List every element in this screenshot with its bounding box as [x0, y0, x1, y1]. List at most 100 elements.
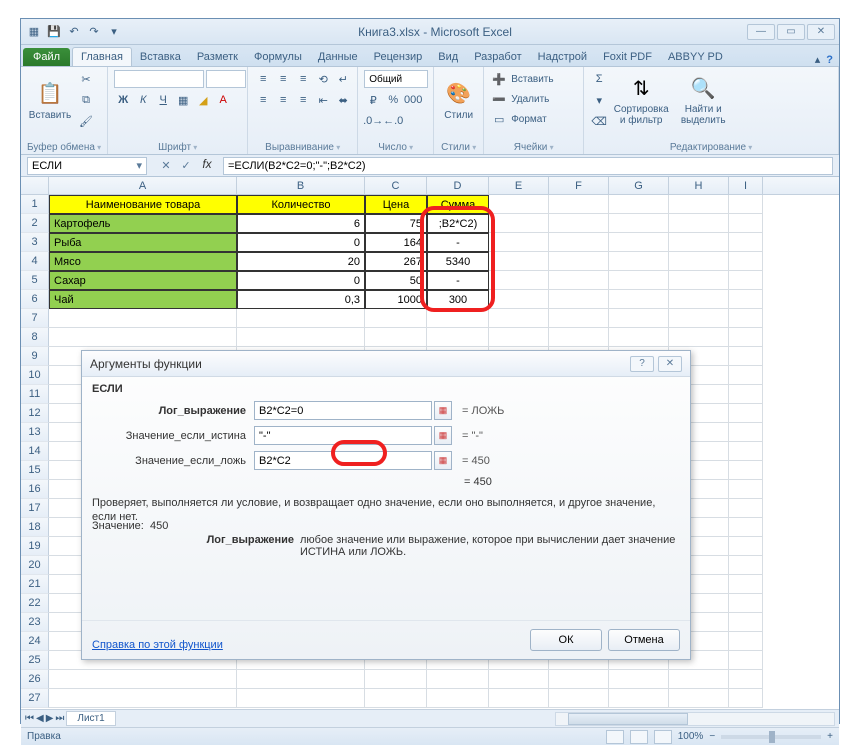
cell[interactable]	[549, 328, 609, 347]
cell[interactable]: 164	[365, 233, 427, 252]
name-box-dropdown-icon[interactable]: ▾	[136, 159, 142, 172]
dec-decimal-icon[interactable]: ←.0	[384, 112, 402, 130]
cell[interactable]: 20	[237, 252, 365, 271]
cell[interactable]	[729, 271, 763, 290]
cell[interactable]	[669, 195, 729, 214]
tab-foxit[interactable]: Foxit PDF	[595, 48, 660, 66]
cell[interactable]	[549, 670, 609, 689]
cell[interactable]	[237, 670, 365, 689]
clear-icon[interactable]: ⌫	[590, 112, 608, 130]
cell[interactable]	[49, 670, 237, 689]
comma-icon[interactable]: 000	[404, 91, 422, 109]
currency-icon[interactable]: ₽	[364, 91, 382, 109]
font-color-icon[interactable]: A	[214, 91, 232, 109]
italic-icon[interactable]: К	[134, 91, 152, 109]
number-format-combo[interactable]: Общий	[364, 70, 428, 88]
cell[interactable]	[365, 328, 427, 347]
cell[interactable]: 50	[365, 271, 427, 290]
fill-color-icon[interactable]: ◢	[194, 91, 212, 109]
border-icon[interactable]: ▦	[174, 91, 192, 109]
cell[interactable]	[489, 670, 549, 689]
ribbon-minimize-icon[interactable]: ▴	[815, 53, 821, 66]
close-button[interactable]: ✕	[807, 24, 835, 40]
arg-input-iffalse[interactable]	[254, 451, 432, 470]
cell[interactable]: 0,3	[237, 290, 365, 309]
row-header[interactable]: 20	[21, 556, 49, 575]
cell[interactable]	[549, 214, 609, 233]
cell[interactable]	[489, 328, 549, 347]
sort-filter-button[interactable]: ⇅ Сортировка и фильтр	[612, 70, 670, 130]
cell[interactable]	[609, 290, 669, 309]
cell[interactable]	[609, 689, 669, 708]
tab-review[interactable]: Рецензир	[366, 48, 431, 66]
tab-layout[interactable]: Разметк	[189, 48, 246, 66]
cell[interactable]	[669, 689, 729, 708]
cell[interactable]: Чай	[49, 290, 237, 309]
font-size-combo[interactable]	[206, 70, 246, 88]
cell[interactable]	[669, 271, 729, 290]
cell[interactable]: Рыба	[49, 233, 237, 252]
cell[interactable]	[669, 214, 729, 233]
row-header[interactable]: 18	[21, 518, 49, 537]
sheet-tab[interactable]: Лист1	[66, 711, 115, 726]
row-header[interactable]: 23	[21, 613, 49, 632]
formula-input[interactable]: =ЕСЛИ(B2*C2=0;"-";B2*C2)	[223, 157, 833, 175]
format-cell-icon[interactable]: ▭	[490, 110, 508, 128]
spreadsheet-grid[interactable]: A B C D E F G H I 1Наименование товараКо…	[21, 177, 839, 709]
zoom-out-icon[interactable]: −	[709, 731, 715, 742]
cell[interactable]: 75	[365, 214, 427, 233]
col-header[interactable]: B	[237, 177, 365, 194]
cut-icon[interactable]: ✂	[77, 70, 95, 88]
align-left-icon[interactable]: ≡	[254, 91, 272, 109]
cell[interactable]	[489, 689, 549, 708]
row-header[interactable]: 24	[21, 632, 49, 651]
cell[interactable]: 5340	[427, 252, 489, 271]
cell[interactable]	[729, 480, 763, 499]
cell[interactable]	[609, 214, 669, 233]
cell[interactable]	[609, 309, 669, 328]
sheet-nav-prev-icon[interactable]: ◀	[36, 713, 44, 724]
zoom-slider[interactable]	[721, 735, 821, 739]
delete-cell-icon[interactable]: ➖	[490, 90, 508, 108]
cell[interactable]	[365, 670, 427, 689]
tab-view[interactable]: Вид	[430, 48, 466, 66]
cell[interactable]	[729, 404, 763, 423]
row-header[interactable]: 8	[21, 328, 49, 347]
minimize-button[interactable]: —	[747, 24, 775, 40]
inc-decimal-icon[interactable]: .0→	[364, 112, 382, 130]
indent-dec-icon[interactable]: ⇤	[314, 91, 332, 109]
row-header[interactable]: 3	[21, 233, 49, 252]
col-header[interactable]: C	[365, 177, 427, 194]
delete-cell-label[interactable]: Удалить	[511, 94, 549, 105]
align-center-icon[interactable]: ≡	[274, 91, 292, 109]
cell[interactable]	[729, 252, 763, 271]
cell[interactable]	[729, 366, 763, 385]
row-header[interactable]: 21	[21, 575, 49, 594]
horizontal-scrollbar[interactable]	[555, 712, 835, 726]
row-header[interactable]: 17	[21, 499, 49, 518]
cell[interactable]	[237, 328, 365, 347]
cell[interactable]: Мясо	[49, 252, 237, 271]
row-header[interactable]: 15	[21, 461, 49, 480]
cell[interactable]	[489, 233, 549, 252]
undo-icon[interactable]: ↶	[65, 23, 83, 41]
cell[interactable]	[489, 252, 549, 271]
cell[interactable]	[49, 328, 237, 347]
align-top-icon[interactable]: ≡	[254, 70, 272, 88]
cell[interactable]	[609, 670, 669, 689]
row-header[interactable]: 26	[21, 670, 49, 689]
find-select-button[interactable]: 🔍 Найти и выделить	[674, 70, 732, 130]
formula-accept-icon[interactable]: ✓	[177, 157, 195, 175]
row-header[interactable]: 25	[21, 651, 49, 670]
view-layout-icon[interactable]	[630, 730, 648, 744]
cell[interactable]	[427, 670, 489, 689]
cell[interactable]	[489, 271, 549, 290]
tab-home[interactable]: Главная	[72, 47, 132, 66]
insert-cell-icon[interactable]: ➕	[490, 70, 508, 88]
cell[interactable]	[729, 689, 763, 708]
cell[interactable]	[365, 689, 427, 708]
cell[interactable]	[549, 309, 609, 328]
formula-cancel-icon[interactable]: ✕	[157, 157, 175, 175]
row-header[interactable]: 6	[21, 290, 49, 309]
cell[interactable]	[549, 195, 609, 214]
